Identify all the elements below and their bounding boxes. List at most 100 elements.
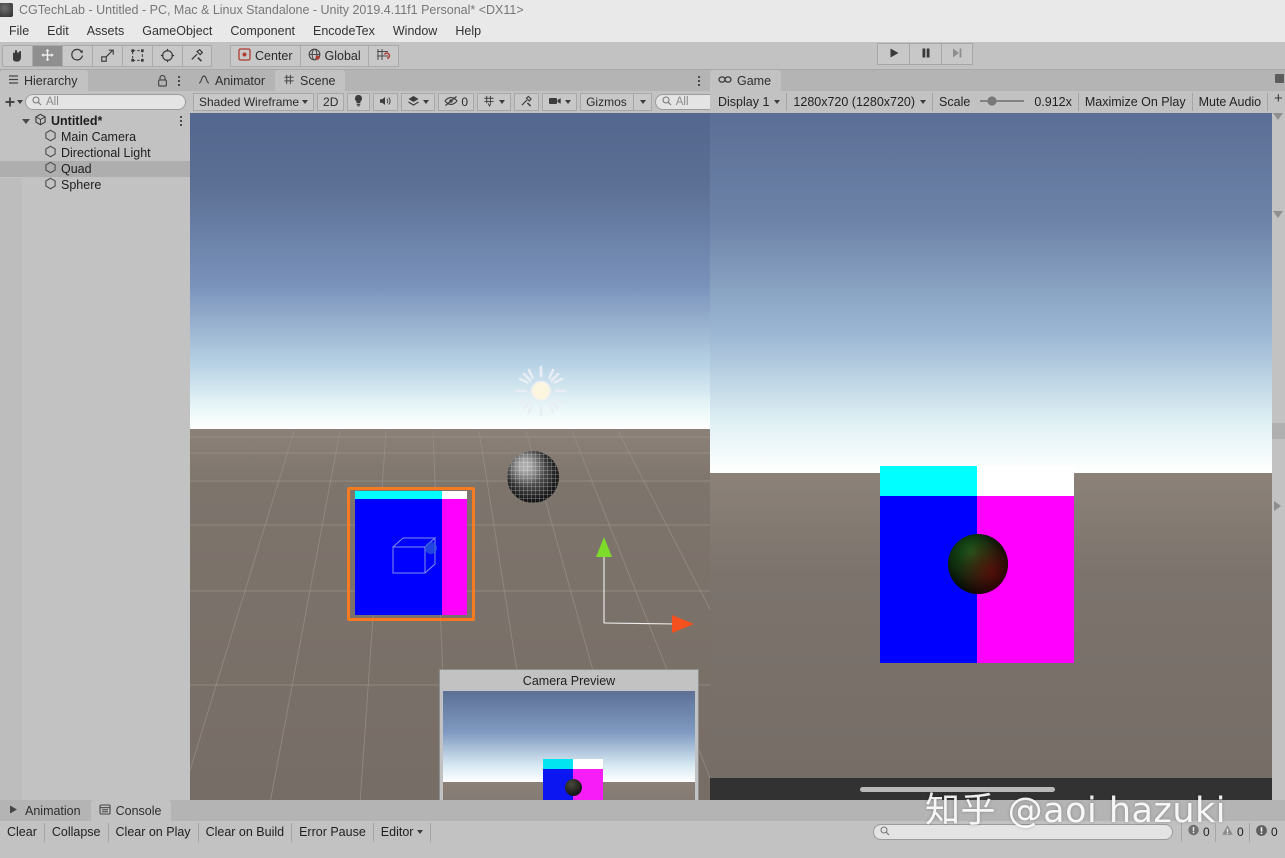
pause-icon [920, 47, 932, 62]
menu-file[interactable]: File [0, 22, 38, 40]
console-clear-on-play-button[interactable]: Clear on Play [109, 822, 199, 842]
custom-tool-button[interactable] [182, 44, 212, 67]
hierarchy-scene-row[interactable]: Untitled* [0, 113, 190, 129]
scene-menu-button[interactable] [694, 73, 704, 88]
menu-assets[interactable]: Assets [78, 22, 134, 40]
scene-sphere-object[interactable] [507, 451, 559, 503]
move-tool-button[interactable] [32, 44, 62, 67]
console-message-list[interactable] [0, 843, 1285, 858]
hierarchy-menu-button[interactable] [174, 73, 184, 88]
cpv-top-left-cyan [543, 759, 573, 769]
tab-animator[interactable]: Animator [190, 70, 276, 91]
game-scrollbar-thumb[interactable] [860, 786, 1055, 792]
chevron-down-icon[interactable] [22, 118, 30, 124]
scene-2d-label: 2D [323, 95, 339, 109]
game-quad-top-band [880, 466, 1074, 496]
game-horizontal-scrollbar[interactable] [710, 778, 1285, 800]
pivot-rotation-button[interactable]: Global [299, 44, 368, 67]
tab-console[interactable]: Console [90, 800, 172, 821]
tab-hierarchy[interactable]: Hierarchy [0, 70, 88, 91]
game-maximize-on-play-toggle[interactable]: Maximize On Play [1079, 93, 1193, 111]
game-mute-label: Mute Audio [1198, 95, 1262, 109]
inspector-icon[interactable] [1275, 74, 1284, 83]
tab-game[interactable]: Game [710, 70, 782, 91]
move-icon [39, 48, 56, 63]
inspector-body: + [1272, 91, 1285, 800]
chevron-right-icon[interactable] [1274, 501, 1281, 511]
hierarchy-item-label: Main Camera [61, 130, 137, 144]
scene-gizmos-dropdown[interactable]: Gizmos [580, 93, 652, 111]
plus-icon[interactable]: + [1274, 91, 1283, 106]
console-search-input[interactable] [873, 824, 1173, 840]
chevron-down-icon[interactable] [1273, 113, 1283, 120]
console-warning-counter[interactable]: 0 [1215, 822, 1249, 842]
game-scale-value: 0.912x [1034, 95, 1072, 109]
hierarchy-search-input[interactable]: All [25, 94, 186, 110]
lock-icon[interactable] [157, 74, 168, 90]
scene-camera-dropdown[interactable] [542, 93, 578, 111]
hierarchy-scene-menu-button[interactable] [180, 116, 182, 126]
scene-lighting-toggle[interactable] [347, 93, 371, 111]
scene-grid-dropdown[interactable] [477, 93, 512, 111]
hierarchy-item-quad[interactable]: Quad [0, 161, 190, 177]
pivot-mode-button[interactable]: Center [230, 44, 300, 67]
console-log-counter[interactable]: 0 [1181, 822, 1215, 842]
pause-button[interactable] [909, 43, 941, 65]
selection-outline [347, 487, 475, 621]
game-display-dropdown[interactable]: Display 1 [712, 93, 788, 111]
hierarchy-item-main-camera[interactable]: Main Camera [0, 129, 190, 145]
scene-visibility-toggle[interactable]: 0 [438, 93, 475, 111]
hierarchy-item-directional-light[interactable]: Directional Light [0, 145, 190, 161]
scene-2d-toggle[interactable]: 2D [317, 93, 345, 111]
rect-tool-button[interactable] [122, 44, 152, 67]
scene-fx-dropdown[interactable] [401, 93, 436, 111]
console-clear-button[interactable]: Clear [0, 822, 45, 842]
console-error-pause-button[interactable]: Error Pause [292, 822, 374, 842]
menu-help[interactable]: Help [446, 22, 490, 40]
scene-audio-toggle[interactable] [373, 93, 399, 111]
game-resolution-dropdown[interactable]: 1280x720 (1280x720) [787, 93, 934, 111]
hierarchy-left-rail [0, 178, 22, 858]
chevron-down-icon[interactable] [1273, 211, 1283, 218]
game-mute-audio-toggle[interactable]: Mute Audio [1193, 93, 1269, 111]
camera-preview-panel: Camera Preview [439, 669, 699, 800]
inspector-divider [1272, 423, 1285, 439]
menu-window[interactable]: Window [384, 22, 446, 40]
scale-tool-button[interactable] [92, 44, 122, 67]
hierarchy-add-button[interactable] [4, 96, 23, 108]
scene-visibility-count: 0 [461, 95, 469, 109]
menu-edit[interactable]: Edit [38, 22, 78, 40]
console-editor-dropdown[interactable]: Editor [374, 822, 432, 842]
console-collapse-button[interactable]: Collapse [45, 822, 109, 842]
center-pivot-icon [238, 47, 251, 64]
scene-tools-button[interactable] [514, 93, 540, 111]
hierarchy-icon [8, 74, 19, 88]
scale-slider-track[interactable] [978, 95, 1026, 110]
console-counters: 0 0 0 [1181, 822, 1283, 842]
scene-viewport[interactable]: y x Persp Camera Preview [190, 113, 710, 800]
menu-encodetex[interactable]: EncodeTex [304, 22, 384, 40]
wrench-icon [189, 48, 206, 63]
hand-tool-button[interactable] [2, 44, 32, 67]
console-clear-on-build-button[interactable]: Clear on Build [199, 822, 293, 842]
search-icon [662, 95, 672, 109]
directional-light-gizmo[interactable] [513, 363, 569, 422]
tab-scene[interactable]: Scene [275, 70, 346, 91]
play-button[interactable] [877, 43, 909, 65]
menu-gameobject[interactable]: GameObject [133, 22, 221, 40]
scene-draw-mode-dropdown[interactable]: Shaded Wireframe [193, 93, 315, 111]
window-titlebar: CGTechLab - Untitled - PC, Mac & Linux S… [0, 0, 1285, 20]
game-viewport[interactable] [710, 113, 1285, 800]
menu-component[interactable]: Component [221, 22, 304, 40]
step-icon [951, 47, 963, 62]
rotate-tool-button[interactable] [62, 44, 92, 67]
step-button[interactable] [941, 43, 973, 65]
game-display-label: Display 1 [718, 95, 770, 109]
hierarchy-item-sphere[interactable]: Sphere [0, 177, 190, 193]
chevron-down-icon [499, 100, 506, 104]
grid-snap-button[interactable] [367, 44, 399, 67]
tab-animation[interactable]: Animation [0, 800, 91, 821]
console-error-counter[interactable]: 0 [1249, 822, 1283, 842]
transform-tool-button[interactable] [152, 44, 182, 67]
game-scale-slider[interactable]: Scale 0.912x [933, 93, 1079, 111]
